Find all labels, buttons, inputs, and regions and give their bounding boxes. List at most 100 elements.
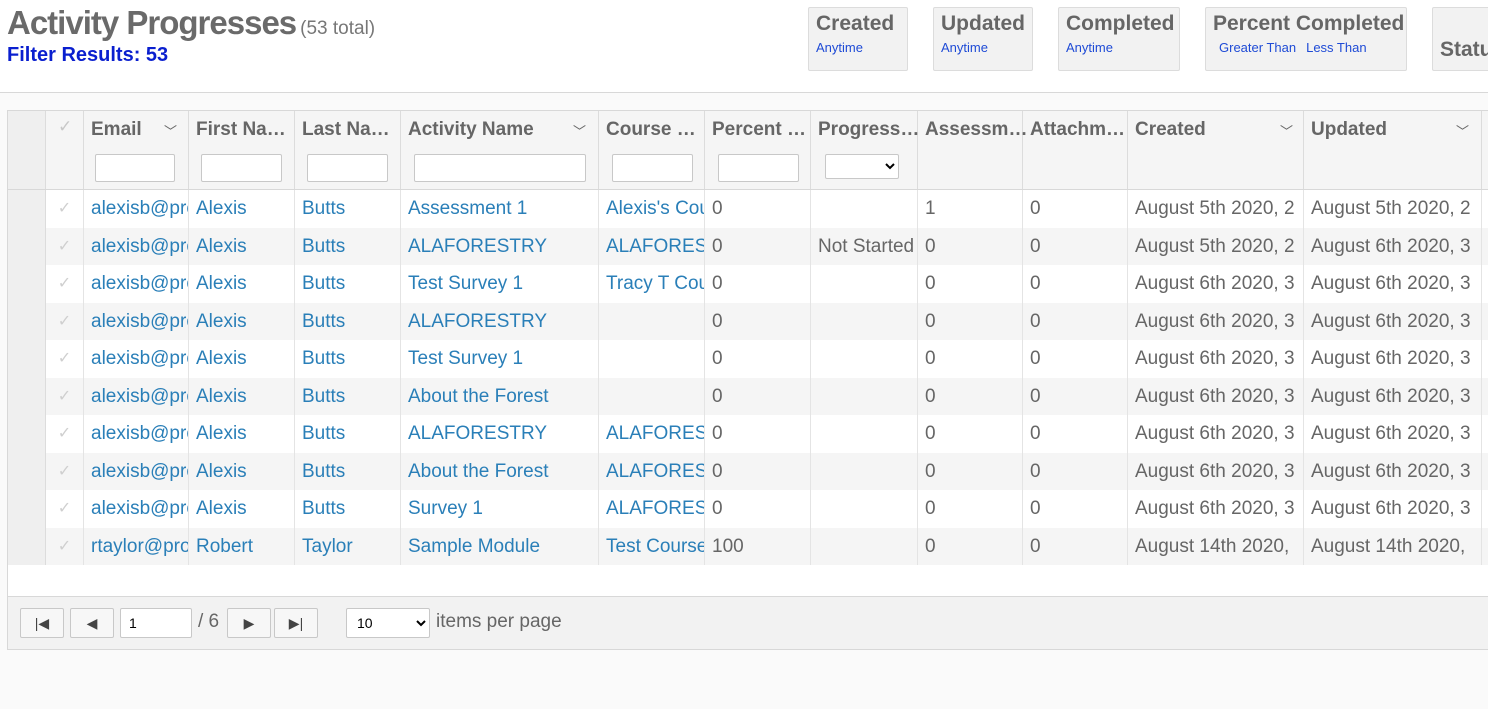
cell-activity-name[interactable]: ALAFORESTRY [401,302,599,340]
row-check-icon[interactable]: ✓ [46,227,84,265]
cell-email[interactable]: alexisb@pro [84,265,189,303]
cell-first-name[interactable]: Alexis [189,227,295,265]
cell-email[interactable]: alexisb@pro [84,377,189,415]
cell-email[interactable]: alexisb@pro [84,227,189,265]
row-handle[interactable] [8,302,46,340]
table-row[interactable]: ✓ alexisb@pro Alexis Butts ALAFORESTRY ALAFOR… [8,227,1488,265]
cell-email[interactable]: alexisb@pro [84,190,189,228]
cell-activity-name[interactable]: About the Forest [401,377,599,415]
row-check-icon[interactable]: ✓ [46,265,84,303]
cell-first-name[interactable]: Alexis [189,190,295,228]
chevron-down-icon[interactable]: ﹀ [1280,121,1293,140]
cell-activity-name[interactable]: About the Forest [401,452,599,490]
table-row[interactable]: ✓ rtaylor@pro Robert Taylor Sample Module Tes… [8,527,1488,565]
chevron-down-icon[interactable]: ﹀ [1456,121,1469,140]
row-handle[interactable] [8,190,46,228]
table-row[interactable]: ✓ alexisb@pro Alexis Butts Survey 1 ALAFORES 0… [8,490,1488,528]
row-handle[interactable] [8,340,46,378]
row-handle[interactable] [8,265,46,303]
filter-created[interactable]: Created Anytime [808,7,908,71]
row-handle[interactable] [8,415,46,453]
cell-email[interactable]: alexisb@pro [84,452,189,490]
percent-filter-input[interactable] [718,154,799,182]
col-activity-name[interactable]: Activity Name ﹀ [401,111,599,189]
cell-email[interactable]: alexisb@pro [84,340,189,378]
filter-updated[interactable]: Updated Anytime [933,7,1033,71]
cell-course[interactable]: Tracy T Cou [599,265,705,303]
row-handle[interactable] [8,227,46,265]
filter-updated-anytime-link[interactable]: Anytime [941,40,988,55]
cell-first-name[interactable]: Alexis [189,452,295,490]
cell-email[interactable]: rtaylor@pro [84,527,189,565]
cell-course[interactable]: ALAFORES [599,490,705,528]
cell-last-name[interactable]: Butts [295,227,401,265]
cell-first-name[interactable]: Alexis [189,377,295,415]
last-page-button[interactable]: ▶| [274,608,318,638]
filter-completed-anytime-link[interactable]: Anytime [1066,40,1113,55]
page-size-select[interactable]: 10 [346,608,430,638]
cell-last-name[interactable]: Butts [295,490,401,528]
table-row[interactable]: ✓ alexisb@pro Alexis Butts ALAFORESTRY ALAFOR… [8,415,1488,453]
cell-email[interactable]: alexisb@pro [84,302,189,340]
course-filter-input[interactable] [612,154,693,182]
cell-first-name[interactable]: Alexis [189,490,295,528]
col-course[interactable]: Course … [599,111,705,189]
cell-first-name[interactable]: Alexis [189,302,295,340]
table-row[interactable]: ✓ alexisb@pro Alexis Butts Test Survey 1 Trac… [8,265,1488,303]
chevron-down-icon[interactable]: ﹀ [573,121,586,140]
page-number-input[interactable] [120,608,192,638]
first-page-button[interactable]: |◀ [20,608,64,638]
cell-activity-name[interactable]: ALAFORESTRY [401,227,599,265]
cell-course[interactable] [599,377,705,415]
col-first-name[interactable]: First Na… [189,111,295,189]
cell-first-name[interactable]: Alexis [189,340,295,378]
cell-course[interactable]: ALAFORES [599,227,705,265]
cell-first-name[interactable]: Robert [189,527,295,565]
cell-first-name[interactable]: Alexis [189,265,295,303]
prev-page-button[interactable]: ◀ [70,608,114,638]
row-check-icon[interactable]: ✓ [46,302,84,340]
col-percent[interactable]: Percent … [705,111,811,189]
cell-first-name[interactable]: Alexis [189,415,295,453]
cell-email[interactable]: alexisb@pro [84,415,189,453]
row-check-icon[interactable]: ✓ [46,190,84,228]
col-email[interactable]: Email ﹀ [84,111,189,189]
cell-last-name[interactable]: Butts [295,265,401,303]
cell-last-name[interactable]: Butts [295,190,401,228]
cell-last-name[interactable]: Taylor [295,527,401,565]
table-row[interactable]: ✓ alexisb@pro Alexis Butts Test Survey 1000A… [8,340,1488,378]
cell-activity-name[interactable]: Test Survey 1 [401,340,599,378]
select-all-check-icon[interactable]: ✓ [46,111,84,189]
cell-email[interactable]: alexisb@pro [84,490,189,528]
cell-last-name[interactable]: Butts [295,340,401,378]
last-name-filter-input[interactable] [307,154,388,182]
filter-completed[interactable]: Completed Anytime [1058,7,1180,71]
filter-created-anytime-link[interactable]: Anytime [816,40,863,55]
row-check-icon[interactable]: ✓ [46,452,84,490]
cell-course[interactable]: Alexis's Cou [599,190,705,228]
col-assessments[interactable]: Assessm… [918,111,1027,189]
cell-activity-name[interactable]: ALAFORESTRY [401,415,599,453]
col-attachments[interactable]: Attachm… [1023,111,1128,189]
row-check-icon[interactable]: ✓ [46,377,84,415]
row-handle[interactable] [8,527,46,565]
cell-course[interactable] [599,340,705,378]
row-check-icon[interactable]: ✓ [46,340,84,378]
cell-activity-name[interactable]: Assessment 1 [401,190,599,228]
row-handle[interactable] [8,490,46,528]
col-progress[interactable]: Progress… [811,111,919,189]
cell-course[interactable]: ALAFORES [599,452,705,490]
email-filter-input[interactable] [95,154,175,182]
table-row[interactable]: ✓ alexisb@pro Alexis Butts ALAFORESTRY 0 0 0 Aug… [8,302,1488,340]
filter-percent-completed[interactable]: Percent Completed Greater Than Less Than [1205,7,1407,71]
row-check-icon[interactable]: ✓ [46,490,84,528]
col-updated[interactable]: Updated ﹀ [1304,111,1482,189]
first-name-filter-input[interactable] [201,154,282,182]
table-row[interactable]: ✓ alexisb@pro Alexis Butts About the Forest A… [8,452,1488,490]
table-row[interactable]: ✓ alexisb@pro Alexis Butts About the Forest 0… [8,377,1488,415]
cell-activity-name[interactable]: Survey 1 [401,490,599,528]
row-check-icon[interactable]: ✓ [46,415,84,453]
table-row[interactable]: ✓ alexisb@pro Alexis Butts Assessment 1 Alexi… [8,190,1488,228]
cell-activity-name[interactable]: Sample Module [401,527,599,565]
row-check-icon[interactable]: ✓ [46,527,84,565]
